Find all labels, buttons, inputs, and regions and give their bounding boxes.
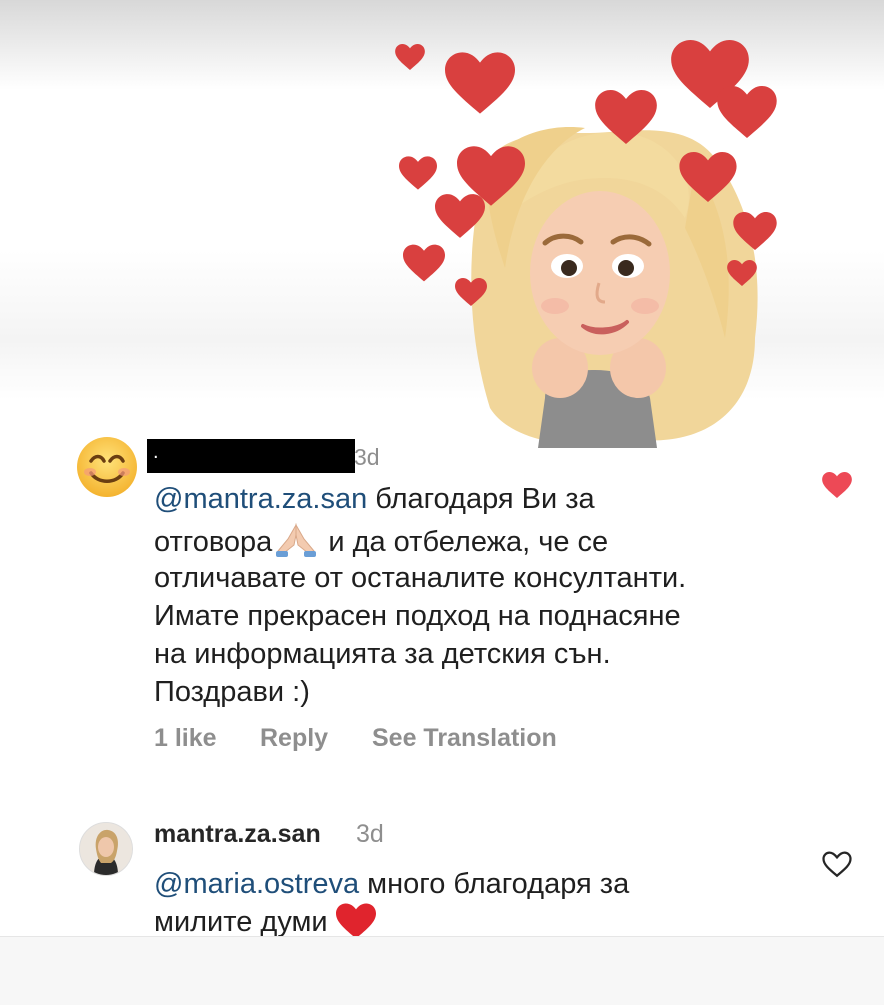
reply-text-segment: много благодаря за — [359, 868, 630, 900]
comment-timestamp: 3d — [354, 444, 380, 470]
comment-line-6: Поздрави :) — [154, 676, 310, 708]
profile-photo-icon — [80, 823, 132, 875]
redacted-username-text: . — [153, 441, 159, 463]
reply-line-1: @maria.ostreva много благодаря за — [154, 865, 629, 903]
sticker-heart-icon — [727, 260, 757, 286]
comment-line-1: @mantra.za.san благодаря Ви за — [154, 480, 595, 518]
sticker-heart-icon — [445, 52, 515, 114]
comment-text-segment: благодаря Ви за — [367, 483, 595, 515]
sticker-heart-icon — [595, 90, 657, 144]
reply-button[interactable]: Reply — [260, 724, 328, 753]
reply-text-segment: милите думи — [154, 906, 328, 938]
red-heart-emoji-icon — [335, 903, 376, 939]
sticker-heart-icon — [435, 194, 485, 238]
sticker-heart-icon — [395, 44, 425, 70]
comment-line-4: Имате прекрасен подход на поднасяне — [154, 600, 681, 632]
mention-link[interactable]: @mantra.za.san — [154, 483, 367, 515]
comment-text-segment: и да отбележа, че се — [328, 526, 609, 558]
sticker-heart-icon — [403, 244, 445, 282]
comment-line-5: на информацията за детския сън. — [154, 638, 611, 670]
comment-line-2: отговора и да отбележа, че се — [154, 521, 608, 561]
sticker-heart-icon — [679, 152, 737, 202]
folded-hands-emoji-icon — [276, 523, 317, 557]
avatar[interactable] — [79, 822, 133, 876]
smiling-face-emoji-avatar-icon[interactable] — [76, 436, 138, 498]
sticker-heart-icon — [717, 86, 777, 138]
redacted-username[interactable]: . — [147, 439, 355, 473]
see-translation-button[interactable]: See Translation — [372, 724, 557, 753]
like-heart-outline-icon[interactable] — [822, 851, 852, 878]
sticker-heart-icon — [399, 156, 437, 190]
bottom-bar — [0, 936, 884, 1005]
sticker-heart-icon — [733, 212, 777, 250]
like-count[interactable]: 1 like — [154, 724, 217, 753]
liked-heart-icon[interactable] — [822, 472, 852, 498]
sticker-heart-icon — [455, 278, 487, 306]
reply-username[interactable]: mantra.za.san — [154, 820, 321, 849]
comment-line-3: отличавате от останалите консултанти. — [154, 562, 687, 594]
comment-text-segment: отговора — [154, 526, 273, 558]
memoji-sticker — [395, 38, 785, 448]
mention-link[interactable]: @maria.ostreva — [154, 868, 359, 900]
reply-timestamp: 3d — [356, 820, 384, 848]
